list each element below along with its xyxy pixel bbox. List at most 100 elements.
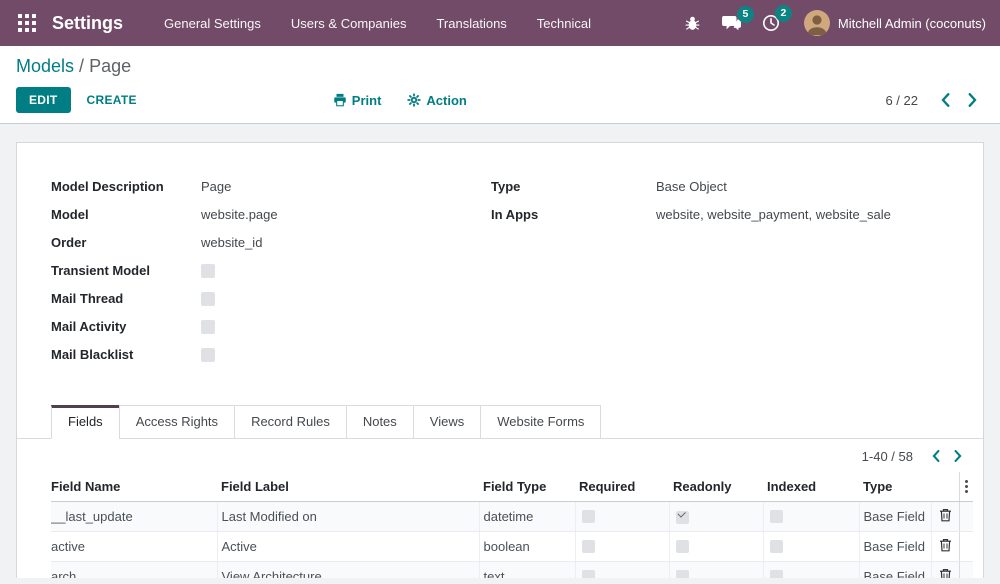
field-value-order: website_id — [201, 235, 491, 250]
table-row-active[interactable]: activeActivebooleanBase Field — [51, 532, 973, 562]
tab-website-forms[interactable]: Website Forms — [480, 405, 601, 439]
fields-table: Field NameField LabelField TypeRequiredR… — [51, 472, 973, 578]
breadcrumb-separator: / — [79, 56, 89, 76]
cell-readonly — [669, 502, 763, 532]
cell-type: Base Field — [859, 562, 931, 579]
cell-type: Base Field — [859, 532, 931, 562]
action-label: Action — [426, 93, 466, 108]
checkbox-mail-thread — [201, 292, 215, 306]
menu-item-translations[interactable]: Translations — [421, 0, 521, 46]
tab-access-rights[interactable]: Access Rights — [119, 405, 235, 439]
checkbox-transient-model — [201, 264, 215, 278]
user-avatar[interactable] — [804, 10, 830, 36]
form-fields: Model DescriptionPageModelwebsite.pageOr… — [51, 179, 949, 375]
field-label: Mail Activity — [51, 319, 201, 334]
cell-field-type: datetime — [479, 502, 575, 532]
column-header-required[interactable]: Required — [575, 472, 669, 502]
delete-row-button[interactable] — [939, 508, 952, 522]
cell-gutter — [959, 502, 973, 532]
cell-required — [575, 562, 669, 579]
delete-row-button[interactable] — [939, 568, 952, 578]
indexed-checkbox — [770, 570, 783, 578]
record-pager: 6 / 22 — [885, 91, 984, 109]
checkbox-mail-activity — [201, 320, 215, 334]
notebook-tabs: FieldsAccess RightsRecord RulesNotesView… — [17, 405, 983, 439]
cell-field-type: text — [479, 562, 575, 579]
create-button[interactable]: CREATE — [87, 93, 137, 107]
print-label: Print — [352, 93, 382, 108]
apps-grid-icon[interactable] — [12, 8, 42, 38]
required-checkbox — [582, 570, 595, 578]
activities-badge: 2 — [775, 5, 792, 22]
grid-icon — [18, 14, 36, 32]
topbar-right: 5 2 Mitchell Admin (coconuts) — [674, 10, 986, 36]
bug-icon — [684, 15, 701, 32]
cell-gutter — [959, 532, 973, 562]
readonly-checkbox — [676, 570, 689, 578]
optional-columns-toggle-icon[interactable] — [964, 480, 970, 493]
list-pager-value[interactable]: 1-40 / 58 — [862, 449, 913, 464]
field-label: Order — [51, 235, 201, 250]
cell-field-label: Last Modified on — [217, 502, 479, 532]
app-name[interactable]: Settings — [52, 13, 123, 34]
list-pager-next-button[interactable] — [947, 448, 969, 464]
table-row-arch[interactable]: archView ArchitecturetextBase Field — [51, 562, 973, 579]
field-row: Mail Activity — [51, 319, 491, 334]
cell-field-name: __last_update — [51, 502, 217, 532]
table-header-row: Field NameField LabelField TypeRequiredR… — [51, 472, 973, 502]
content-area: Model DescriptionPageModelwebsite.pageOr… — [0, 124, 1000, 578]
list-pager-previous-button[interactable] — [925, 448, 947, 464]
gear-icon — [407, 93, 421, 107]
tab-notes[interactable]: Notes — [346, 405, 414, 439]
record-pager-previous-button[interactable] — [934, 91, 957, 109]
activities-button[interactable]: 2 — [762, 14, 780, 32]
column-header-indexed[interactable]: Indexed — [763, 472, 859, 502]
delete-row-button[interactable] — [939, 538, 952, 552]
user-menu[interactable]: Mitchell Admin (coconuts) — [838, 16, 986, 31]
field-label: Model Description — [51, 179, 201, 194]
column-header-readonly[interactable]: Readonly — [669, 472, 763, 502]
field-value-in-apps: website, website_payment, website_sale — [656, 207, 949, 222]
record-pager-value[interactable]: 6 / 22 — [885, 93, 918, 108]
action-button[interactable]: Action — [407, 93, 466, 108]
field-row: Mail Thread — [51, 291, 491, 306]
breadcrumb-models-link[interactable]: Models — [16, 56, 74, 76]
menu-item-technical[interactable]: Technical — [522, 0, 606, 46]
edit-button[interactable]: EDIT — [16, 87, 71, 113]
cell-field-name: active — [51, 532, 217, 562]
form-left-column: Model DescriptionPageModelwebsite.pageOr… — [51, 179, 491, 375]
menu-item-users-companies[interactable]: Users & Companies — [276, 0, 422, 46]
tab-views[interactable]: Views — [413, 405, 481, 439]
table-row-last-update[interactable]: __last_updateLast Modified ondatetimeBas… — [51, 502, 973, 532]
column-header-field-label[interactable]: Field Label — [217, 472, 479, 502]
column-header-type[interactable]: Type — [859, 472, 931, 502]
record-pager-next-button[interactable] — [961, 91, 984, 109]
indexed-checkbox — [770, 510, 783, 523]
column-header-field-name[interactable]: Field Name — [51, 472, 217, 502]
delete-column-header — [931, 472, 959, 502]
tab-record-rules[interactable]: Record Rules — [234, 405, 347, 439]
readonly-checkbox — [676, 540, 689, 553]
field-label: In Apps — [491, 207, 656, 222]
column-header-field-type[interactable]: Field Type — [479, 472, 575, 502]
cell-readonly — [669, 532, 763, 562]
control-panel: Models / Page EDIT CREATE Print — [0, 46, 1000, 124]
field-row: Transient Model — [51, 263, 491, 278]
field-value-model: website.page — [201, 207, 491, 222]
field-row: Modelwebsite.page — [51, 207, 491, 222]
chevron-right-icon — [968, 93, 977, 107]
trash-icon — [939, 538, 952, 552]
messages-button[interactable]: 5 — [721, 15, 742, 32]
menu-item-general-settings[interactable]: General Settings — [149, 0, 276, 46]
print-button[interactable]: Print — [333, 93, 382, 108]
required-checkbox — [582, 510, 595, 523]
field-row: Mail Blacklist — [51, 347, 491, 362]
field-value-type: Base Object — [656, 179, 949, 194]
debug-button[interactable] — [684, 15, 701, 32]
tab-fields[interactable]: Fields — [51, 405, 120, 439]
fields-list-section: 1-40 / 58 Field Name — [51, 439, 971, 578]
cell-field-type: boolean — [479, 532, 575, 562]
cell-required — [575, 502, 669, 532]
printer-icon — [333, 93, 347, 107]
messages-badge: 5 — [737, 6, 754, 23]
